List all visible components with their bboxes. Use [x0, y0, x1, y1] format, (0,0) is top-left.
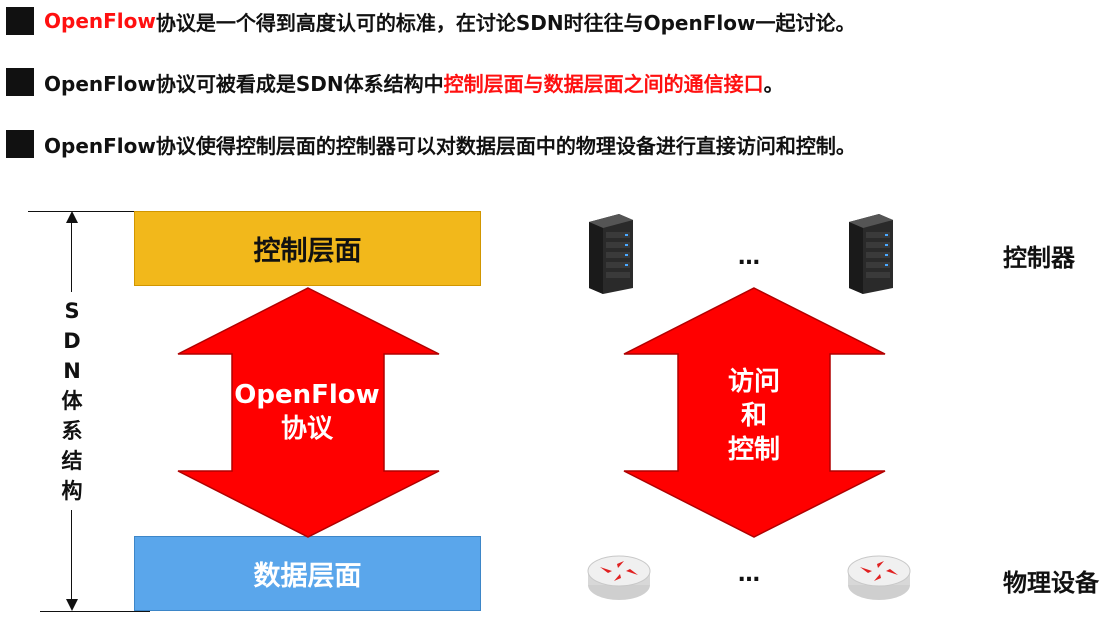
bullet-1-seg-2: 协议是一个得到高度认可的标准，在讨论SDN时往往与OpenFlow一起讨论。	[155, 10, 856, 35]
access-arrow-line3: 控制	[727, 435, 780, 465]
bullet-3: OpenFlow协议使得控制层面的控制器可以对数据层面中的物理设备进行直接访问和…	[6, 129, 856, 159]
bullet-1-seg-1: OpenFlow	[44, 9, 156, 33]
sdn-bottom-line	[40, 611, 150, 612]
sdn-top-line	[28, 211, 134, 212]
bullet-3-seg-1: OpenFlow协议使得控制层面的控制器可以对数据层面中的物理设备进行直接访问和…	[44, 133, 856, 158]
sdn-architecture-label: S D N 体 系 结 构	[54, 292, 90, 510]
control-plane-box: 控制层面	[134, 211, 481, 286]
controller-label: 控制器	[1003, 244, 1075, 272]
server-icon	[849, 214, 893, 294]
access-arrow-line1: 访问	[727, 367, 780, 397]
sdn-label-char: D	[63, 329, 81, 353]
access-arrow-line2: 和	[740, 401, 767, 431]
bullet-1: OpenFlow 协议是一个得到高度认可的标准，在讨论SDN时往往与OpenFlo…	[6, 6, 855, 36]
sdn-label-char: 构	[61, 479, 83, 503]
openflow-arrow-line2: 协议	[280, 414, 333, 444]
bullet-square-icon	[6, 7, 34, 35]
bullet-square-icon	[6, 130, 34, 158]
openflow-arrow-line1: OpenFlow	[234, 380, 380, 410]
bullet-square-icon	[6, 68, 34, 96]
access-arrow-text: 访问 和 控制	[704, 365, 804, 467]
sdn-label-char: S	[64, 299, 80, 323]
bullet-2-seg-2: 控制层面与数据层面之间的通信接口	[443, 71, 764, 96]
controller-ellipsis: …	[738, 245, 761, 270]
physical-device-label: 物理设备	[1003, 569, 1099, 597]
data-plane-label: 数据层面	[253, 561, 362, 592]
sdn-label-char: 结	[61, 449, 83, 473]
control-plane-label: 控制层面	[253, 236, 362, 267]
router-icon	[847, 555, 911, 600]
openflow-arrow-text: OpenFlow 协议	[232, 378, 382, 446]
bullet-2-seg-1: OpenFlow协议可被看成是SDN体系结构中	[44, 71, 444, 96]
server-icon	[589, 214, 633, 294]
arrow-down-icon	[66, 599, 78, 611]
bullet-2-seg-3: 。	[763, 71, 784, 96]
bullet-2: OpenFlow协议可被看成是SDN体系结构中 控制层面与数据层面之间的通信接口。	[6, 67, 784, 97]
data-plane-box: 数据层面	[134, 536, 481, 611]
arrow-up-icon	[66, 211, 78, 223]
sdn-label-char: 系	[61, 419, 83, 443]
sdn-label-char: N	[63, 359, 81, 383]
device-ellipsis: …	[738, 562, 761, 587]
sdn-label-char: 体	[61, 389, 83, 413]
router-icon	[587, 555, 651, 600]
